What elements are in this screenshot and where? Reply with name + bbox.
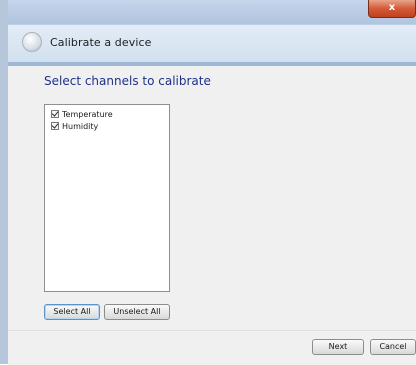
channel-item-humidity[interactable]: Humidity	[51, 121, 98, 133]
window-title: Calibrate a device	[50, 36, 152, 49]
page-heading: Select channels to calibrate	[44, 74, 211, 88]
title-area: Calibrate a device	[8, 24, 416, 62]
unselect-all-button[interactable]: Unselect All	[104, 304, 170, 320]
channel-label-temperature: Temperature	[62, 110, 113, 119]
channel-item-temperature[interactable]: Temperature	[51, 109, 113, 121]
humidity-checkbox[interactable]	[51, 122, 59, 130]
close-button[interactable]: x	[368, 0, 416, 18]
footer-bar: Next Cancel	[8, 330, 416, 365]
title-bar: x Calibrate a device	[8, 0, 416, 66]
channel-list: Temperature Humidity	[44, 104, 170, 292]
next-button[interactable]: Next	[312, 339, 364, 355]
calibrate-device-window: x Calibrate a device Select channels to …	[0, 0, 416, 365]
back-icon[interactable]	[22, 32, 42, 52]
cancel-button[interactable]: Cancel	[370, 339, 416, 355]
channel-label-humidity: Humidity	[62, 122, 99, 131]
temperature-checkbox[interactable]	[51, 110, 59, 118]
select-all-button[interactable]: Select All	[44, 304, 100, 320]
